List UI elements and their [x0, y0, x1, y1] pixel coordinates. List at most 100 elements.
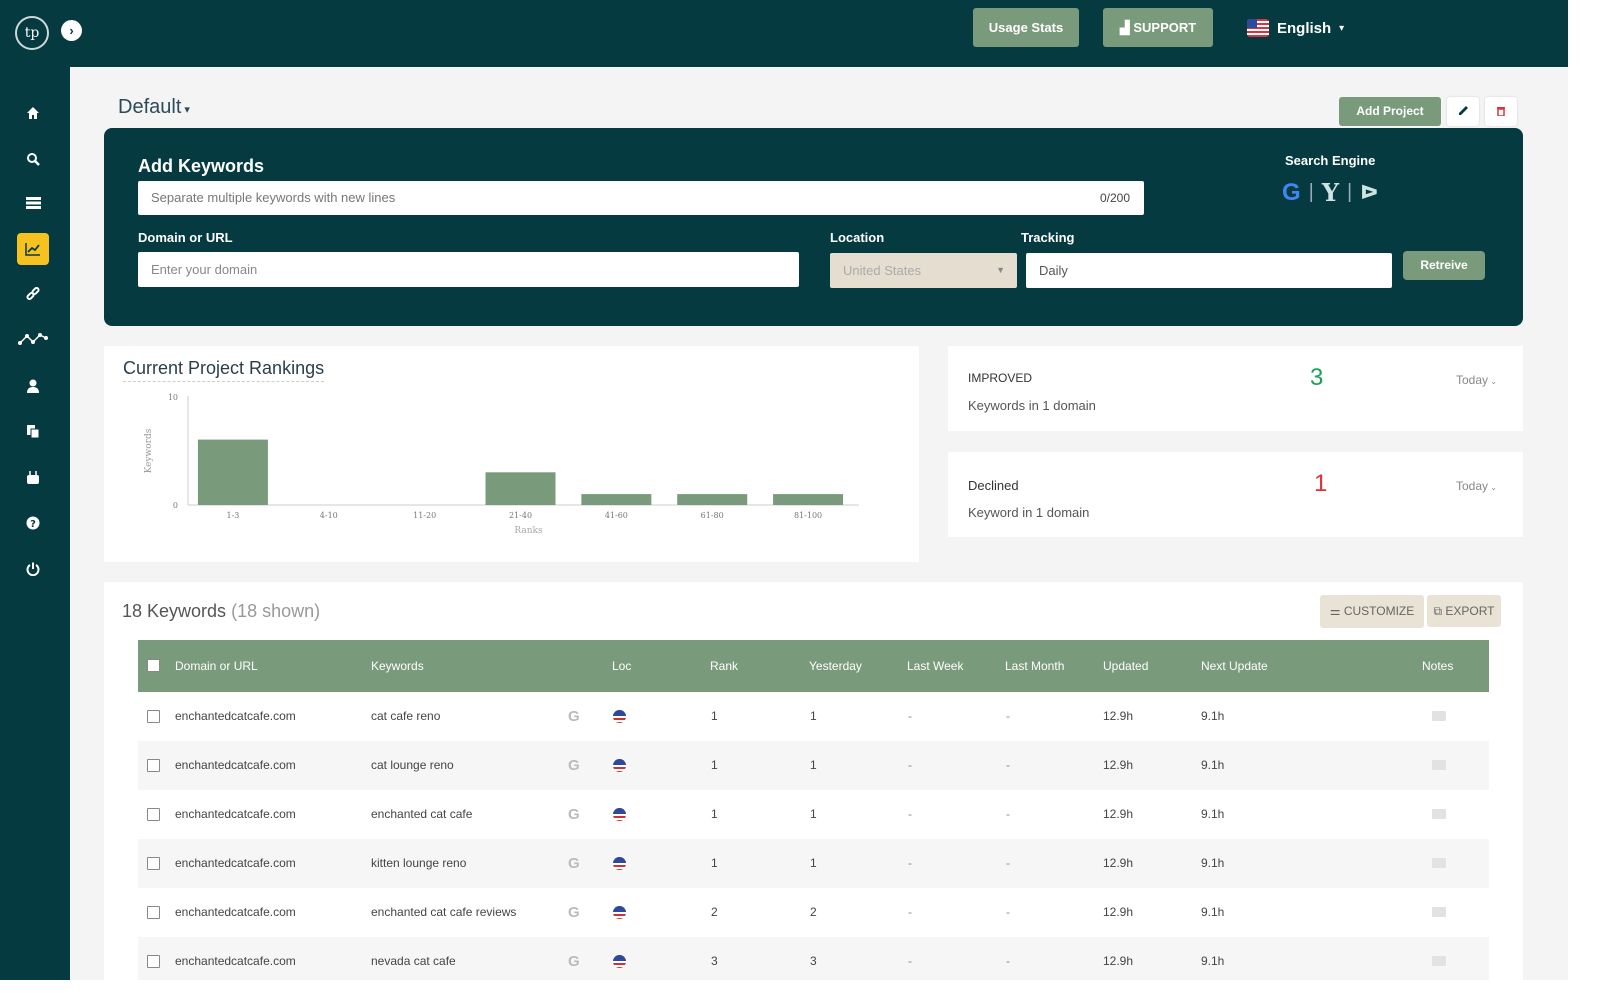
customize-button[interactable]: ⚌ CUSTOMIZE — [1320, 595, 1424, 628]
improved-period-select[interactable]: Today ⌄ — [1456, 373, 1497, 387]
delete-project-button[interactable] — [1485, 97, 1517, 126]
table-row[interactable]: enchantedcatcafe.com enchanted cat cafe r… — [138, 888, 1489, 937]
support-button[interactable]: ▟ SUPPORT — [1103, 8, 1213, 47]
column-header-notes[interactable]: Notes — [1422, 640, 1453, 692]
bing-engine-icon[interactable]: ᐅ — [1360, 180, 1378, 205]
row-updated: 12.9h — [1103, 856, 1134, 870]
row-checkbox[interactable] — [147, 759, 160, 772]
location-value: United States — [843, 263, 922, 278]
keywords-placeholder: Separate multiple keywords with new line… — [151, 190, 396, 205]
column-header-last-week[interactable]: Last Week — [907, 640, 963, 692]
rank-tracker-chart-icon[interactable] — [17, 233, 49, 265]
row-keyword[interactable]: enchanted cat cafe — [371, 790, 472, 839]
link-icon[interactable] — [17, 278, 49, 310]
row-checkbox[interactable] — [147, 857, 160, 870]
edit-project-button[interactable] — [1447, 97, 1479, 126]
column-header-updated[interactable]: Updated — [1103, 640, 1148, 692]
select-all-checkbox[interactable] — [147, 659, 160, 672]
app-window: tp › Usage Stats ▟ SUPPORT English ▾ ? D… — [0, 0, 1568, 980]
row-checkbox[interactable] — [147, 955, 160, 968]
tracking-select[interactable]: Daily — [1026, 253, 1392, 288]
list-icon[interactable] — [17, 187, 49, 219]
row-next-update: 9.1h — [1201, 905, 1225, 919]
network-icon[interactable] — [17, 323, 49, 355]
row-keyword[interactable]: kitten lounge reno — [371, 839, 466, 888]
notes-icon[interactable] — [1432, 760, 1446, 770]
row-last-month: - — [1006, 709, 1010, 723]
row-domain: enchantedcatcafe.com — [175, 709, 296, 723]
row-yesterday: 2 — [810, 905, 817, 919]
google-icon: G — [568, 953, 580, 970]
project-name: Default — [118, 96, 182, 118]
us-flag-icon — [613, 808, 626, 821]
row-checkbox[interactable] — [147, 906, 160, 919]
help-icon[interactable]: ? — [17, 507, 49, 539]
table-row[interactable]: enchantedcatcafe.com nevada cat cafe G 3 3 - -… — [138, 937, 1489, 980]
language-selector[interactable]: English ▾ — [1247, 15, 1344, 41]
domain-input[interactable]: Enter your domain — [138, 252, 799, 287]
chart-bar — [677, 494, 748, 505]
notes-icon[interactable] — [1432, 907, 1446, 917]
improved-label: IMPROVED — [968, 371, 1033, 385]
us-flag-icon — [613, 955, 626, 968]
table-row[interactable]: enchantedcatcafe.com kitten lounge reno G 1… — [138, 839, 1489, 888]
google-icon: G — [568, 904, 580, 921]
column-header-next-update[interactable]: Next Update — [1201, 640, 1268, 692]
trash-icon — [1497, 107, 1505, 117]
yahoo-engine-icon[interactable]: Y — [1322, 178, 1339, 207]
x-tick-label: 21-40 — [509, 511, 532, 520]
row-keyword[interactable]: nevada cat cafe — [371, 937, 456, 980]
notes-icon[interactable] — [1432, 809, 1446, 819]
home-icon[interactable] — [17, 97, 49, 129]
language-label: English — [1277, 19, 1332, 37]
add-project-button[interactable]: Add Project — [1339, 97, 1441, 126]
search-icon[interactable] — [17, 143, 49, 175]
row-yesterday: 1 — [810, 807, 817, 821]
row-last-month: - — [1006, 954, 1010, 968]
declined-period-select[interactable]: Today ⌄ — [1456, 479, 1497, 493]
us-flag-icon — [613, 759, 626, 772]
table-row[interactable]: enchantedcatcafe.com cat lounge reno G 1 1 - -… — [138, 741, 1489, 790]
keywords-input[interactable]: Separate multiple keywords with new line… — [138, 181, 1144, 215]
row-checkbox[interactable] — [147, 710, 160, 723]
x-tick-label: 41-60 — [605, 511, 628, 520]
logo[interactable]: tp — [15, 16, 49, 50]
user-icon[interactable] — [17, 370, 49, 402]
column-header-keywords[interactable]: Keywords — [371, 640, 424, 692]
power-icon[interactable] — [17, 553, 49, 585]
row-keyword[interactable]: enchanted cat cafe reviews — [371, 888, 516, 937]
row-domain: enchantedcatcafe.com — [175, 856, 296, 870]
expand-sidebar-button[interactable]: › — [61, 20, 82, 41]
table-row[interactable]: enchantedcatcafe.com cat cafe reno G 1 1 - - 12… — [138, 692, 1489, 741]
youtube-icon[interactable] — [17, 461, 49, 493]
row-last-month: - — [1006, 807, 1010, 821]
copy-icon[interactable] — [17, 415, 49, 447]
declined-subtext: Keyword in 1 domain — [968, 505, 1090, 520]
google-engine-icon[interactable]: G — [1282, 179, 1301, 207]
external-link-icon: ⧉ — [1433, 604, 1446, 618]
row-last-week: - — [908, 758, 912, 772]
row-keyword[interactable]: cat cafe reno — [371, 692, 440, 741]
table-row[interactable]: enchantedcatcafe.com enchanted cat cafe G 1… — [138, 790, 1489, 839]
column-header-last-month[interactable]: Last Month — [1005, 640, 1064, 692]
export-button[interactable]: ⧉ EXPORT — [1427, 595, 1501, 627]
notes-icon[interactable] — [1432, 711, 1446, 721]
location-select[interactable]: United States ▼ — [830, 253, 1017, 288]
row-yesterday: 1 — [810, 856, 817, 870]
x-axis-label: Ranks — [514, 526, 543, 536]
column-header-domain[interactable]: Domain or URL — [175, 640, 258, 692]
chevron-down-icon: ▼ — [996, 265, 1005, 275]
column-header-rank[interactable]: Rank — [710, 640, 738, 692]
column-header-yesterday[interactable]: Yesterday — [809, 640, 862, 692]
rankings-card: Current Project Rankings 10 0 Keywords 1-3 4… — [104, 346, 919, 562]
usage-stats-button[interactable]: Usage Stats — [973, 8, 1079, 47]
notes-icon[interactable] — [1432, 956, 1446, 966]
row-checkbox[interactable] — [147, 808, 160, 821]
row-keyword[interactable]: cat lounge reno — [371, 741, 454, 790]
project-selector[interactable]: Default ▾ — [118, 96, 190, 119]
notes-icon[interactable] — [1432, 858, 1446, 868]
row-next-update: 9.1h — [1201, 758, 1225, 772]
row-rank: 1 — [711, 709, 718, 723]
column-header-loc[interactable]: Loc — [612, 640, 631, 692]
retrieve-button[interactable]: Retreive — [1403, 251, 1485, 280]
